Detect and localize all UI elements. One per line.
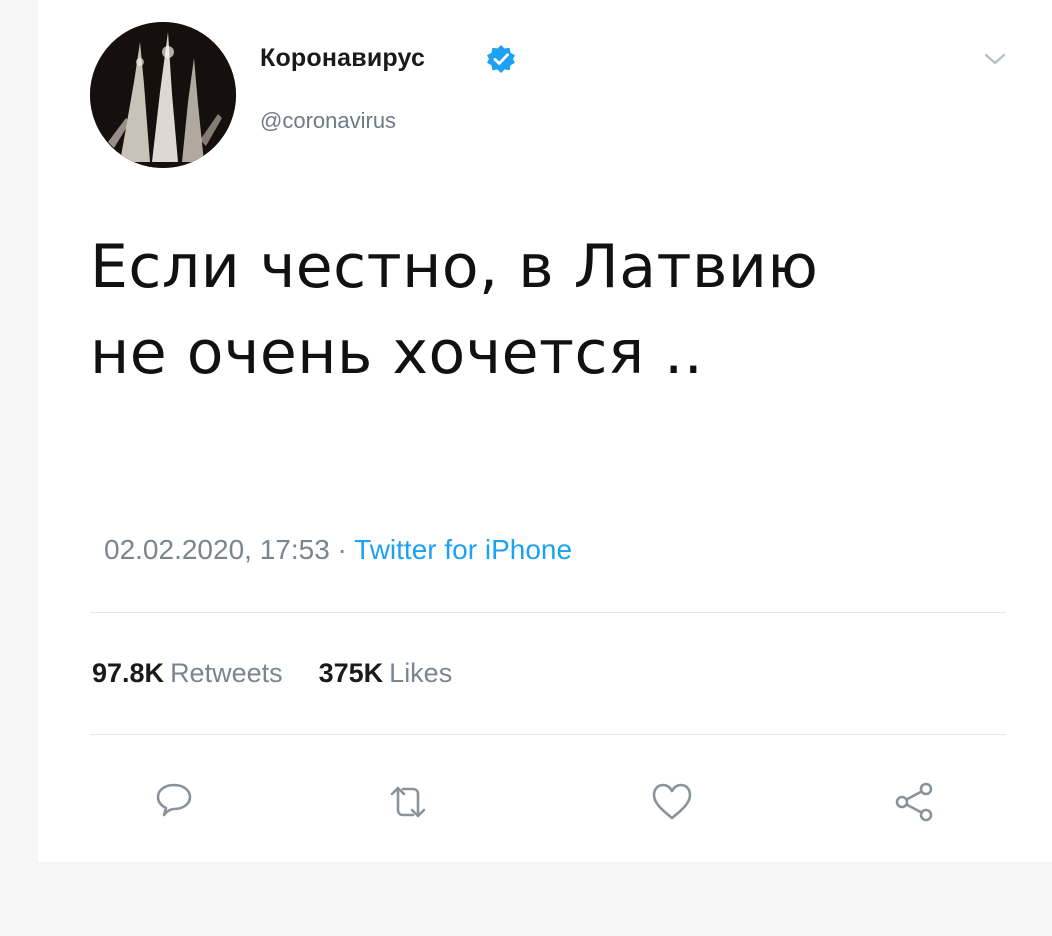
tweet-stats: 97.8K Retweets 375K Likes xyxy=(92,658,452,689)
heart-icon xyxy=(652,783,692,820)
retweets-stat[interactable]: 97.8K Retweets xyxy=(92,658,283,688)
tweet-meta: 02.02.2020, 17:53 · Twitter for iPhone xyxy=(104,534,572,566)
likes-label: Likes xyxy=(389,658,453,688)
share-button[interactable] xyxy=(890,778,938,826)
tweet-source-link[interactable]: Twitter for iPhone xyxy=(354,534,572,565)
tweet-text-line: не очень хочется .. xyxy=(90,318,704,388)
share-icon xyxy=(895,782,933,822)
retweets-count: 97.8K xyxy=(92,658,165,688)
tweet-card: Коронавирус @coronavirus Если честно, в … xyxy=(38,0,1052,862)
divider xyxy=(90,612,1006,613)
avatar-image xyxy=(90,22,236,168)
reply-button[interactable] xyxy=(150,778,198,826)
reply-icon xyxy=(156,783,192,817)
likes-count: 375K xyxy=(318,658,384,688)
chevron-down-icon[interactable] xyxy=(982,50,1008,68)
display-name[interactable]: Коронавирус xyxy=(260,44,425,73)
meta-separator: · xyxy=(337,534,347,565)
retweet-icon xyxy=(390,786,426,818)
retweets-label: Retweets xyxy=(170,658,283,688)
timestamp[interactable]: 02.02.2020, 17:53 xyxy=(104,534,330,565)
verified-badge-icon xyxy=(487,45,515,73)
tweet-text: Если честно, в Латвию не очень хочется .… xyxy=(90,224,1020,396)
tweet-text-line: Если честно, в Латвию xyxy=(90,232,819,302)
avatar[interactable] xyxy=(90,22,236,168)
likes-stat[interactable]: 375K Likes xyxy=(319,658,453,688)
divider xyxy=(90,734,1006,735)
user-handle[interactable]: @coronavirus xyxy=(260,108,396,134)
retweet-button[interactable] xyxy=(384,778,432,826)
like-button[interactable] xyxy=(648,778,696,826)
